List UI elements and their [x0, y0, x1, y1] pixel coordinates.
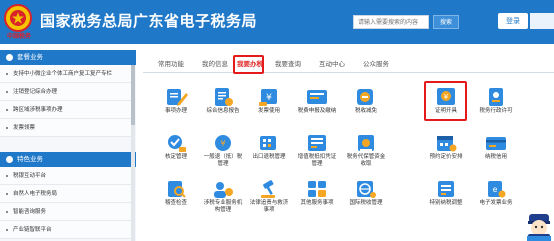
export-refund-icon [260, 136, 276, 150]
sidebar-section-package[interactable]: 套餐业务 [0, 50, 136, 65]
refund-icon: ¥ [215, 135, 231, 151]
site-title: 国家税务总局广东省电子税务局 [40, 12, 258, 30]
credit-icon [486, 137, 506, 150]
tab-my-info[interactable]: 我的信息 [195, 57, 235, 73]
svg-text:¥: ¥ [266, 93, 272, 103]
pricing-icon [437, 136, 457, 152]
grid-item-credit[interactable]: 纳税信用 [466, 133, 526, 169]
search-input[interactable] [353, 15, 429, 29]
tax-relief-icon [357, 89, 373, 105]
active-tab-highlight [233, 55, 264, 74]
sidebar-section-title: 特色业务 [17, 155, 43, 163]
grid-label: 电子发票业务 [479, 200, 513, 206]
grid-item-relief[interactable]: 税收减免 [336, 87, 396, 123]
svg-text:e: e [493, 185, 498, 194]
sidebar-item[interactable]: 支持中小微企业个体工商户复工复产专栏 [0, 65, 131, 83]
grid-label: 税收减免 [354, 108, 377, 114]
sidebar-scrollbar-thumb[interactable] [131, 65, 135, 125]
document-icon [215, 88, 233, 106]
sidebar-item[interactable]: 发票领票 [0, 119, 131, 137]
logo-caption: 中国税务 [6, 33, 31, 40]
invoice-icon: ¥ [259, 89, 277, 106]
approval-icon [168, 135, 186, 152]
grid-item-einvoice[interactable]: e 电子发票业务 [466, 179, 526, 215]
sidebar-item[interactable]: 产业链智联平台 [0, 221, 131, 239]
sidebar-item[interactable]: 税银互动平台 [0, 167, 131, 185]
admin-permit-icon [489, 88, 503, 106]
star-icon [6, 156, 13, 163]
grid-item-admin-permit[interactable]: 税务行政许可 [466, 87, 526, 123]
tax-declare-icon [307, 90, 327, 104]
inspection-icon [168, 181, 186, 198]
grid-label: 国际税收管理 [349, 200, 383, 206]
sidebar-item[interactable]: 自然人电子税务局 [0, 185, 131, 203]
tab-query[interactable]: 我要查询 [268, 57, 308, 73]
grid-label: 税务代保管资金 [346, 154, 386, 160]
header-user-area[interactable] [530, 13, 554, 29]
sidebar-item[interactable]: 注销登记综合办理 [0, 83, 131, 101]
sidebar-section-title: 套餐业务 [17, 53, 43, 61]
grid-item-custody[interactable]: 税务代保管资金 收取 [336, 133, 396, 169]
svg-text:¥: ¥ [220, 139, 225, 148]
tab-common[interactable]: 常用功能 [151, 57, 191, 73]
special-adjust-icon [438, 181, 454, 197]
other-service-icon [308, 181, 326, 197]
grid-label-line2: 收取 [360, 161, 372, 167]
custody-icon [358, 135, 374, 151]
vat-deduct-icon [308, 135, 326, 151]
tab-bar: 常用功能 我的信息 我要办税 我要查询 互动中心 公众服务 [143, 55, 554, 73]
assistant-mascot-icon[interactable] [524, 212, 554, 241]
sidebar-item[interactable]: 跨区域涉税事项办理 [0, 101, 131, 119]
international-icon [357, 181, 376, 198]
site-header: 中国税务 国家税务总局广东省电子税务局 搜索 登录 [0, 0, 554, 44]
grid-item-international[interactable]: 国际税收管理 [336, 179, 396, 215]
agency-icon [214, 182, 233, 198]
sidebar: 套餐业务 支持中小微企业个体工商户复工复产专栏 注销登记综合办理 跨区域涉税事项… [0, 50, 136, 241]
tab-public-service[interactable]: 公众服务 [356, 57, 396, 73]
grid-label: 纳税信用 [484, 154, 507, 160]
certificate-highlight [424, 81, 467, 121]
legal-icon [261, 180, 275, 198]
pencil-icon [167, 89, 188, 106]
tab-interaction[interactable]: 互动中心 [312, 57, 352, 73]
einvoice-icon: e [488, 181, 506, 198]
sidebar-section-feature[interactable]: 特色业务 [0, 152, 136, 167]
search-button[interactable]: 搜索 [433, 15, 459, 29]
grid-label: 税务行政许可 [479, 108, 513, 114]
tax-emblem-icon [4, 4, 32, 32]
package-icon [6, 54, 13, 61]
login-button[interactable]: 登录 [498, 13, 528, 29]
sidebar-item[interactable]: 智能咨询服务 [0, 203, 131, 221]
